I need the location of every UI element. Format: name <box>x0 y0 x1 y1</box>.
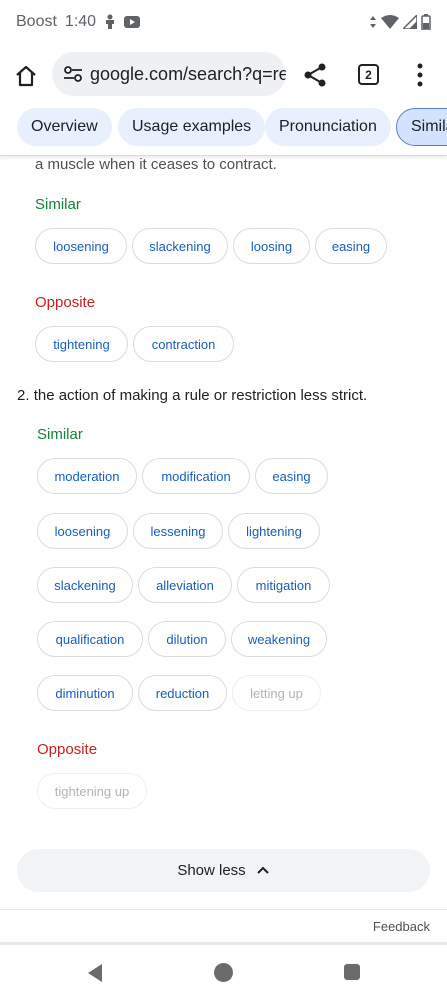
home-icon[interactable] <box>12 62 40 90</box>
section-tabs: Overview Usage examples Pronunciation Si… <box>0 104 447 156</box>
synonym-chip[interactable]: qualification <box>37 621 143 657</box>
opposite-label: Opposite <box>37 741 98 758</box>
accessibility-icon <box>104 14 116 30</box>
tab-switcher-icon[interactable]: 2 <box>358 64 379 85</box>
synonym-chip[interactable]: mitigation <box>237 567 330 603</box>
tab-overview[interactable]: Overview <box>17 108 112 146</box>
tab-pronunciation[interactable]: Pronunciation <box>265 108 391 146</box>
status-bar: Boost 1:40 <box>0 0 447 44</box>
youtube-icon <box>124 15 141 29</box>
synonym-chip[interactable]: slackening <box>37 567 133 603</box>
definition-2: 2. the action of making a rule or restri… <box>17 387 367 404</box>
wifi-icon <box>381 15 399 29</box>
url-text: google.com/search?q=re <box>90 63 286 84</box>
synonym-chip[interactable]: reduction <box>138 675 227 711</box>
synonym-chip[interactable]: dilution <box>148 621 226 657</box>
show-less-button[interactable]: Show less <box>17 849 430 892</box>
synonym-chip[interactable]: diminution <box>37 675 133 711</box>
antonym-chip[interactable]: contraction <box>133 326 234 362</box>
synonym-chip[interactable]: weakening <box>231 621 327 657</box>
synonym-chip[interactable]: lessening <box>133 513 223 549</box>
signal-icon <box>403 15 417 29</box>
synonym-chip[interactable]: loosening <box>35 228 127 264</box>
antonym-chip-disabled: tightening up <box>37 773 147 809</box>
status-time: 1:40 <box>64 13 97 30</box>
divider <box>0 909 447 910</box>
synonym-chip[interactable]: loosing <box>233 228 310 264</box>
similar-label: Similar <box>37 426 83 443</box>
status-right <box>369 14 431 30</box>
url-field[interactable]: google.com/search?q=re <box>52 52 286 96</box>
synonym-chip[interactable]: easing <box>315 228 387 264</box>
data-arrows-icon <box>369 16 377 28</box>
opposite-label: Opposite <box>35 294 96 311</box>
share-icon[interactable] <box>302 62 328 88</box>
site-settings-icon[interactable] <box>62 63 84 85</box>
synonym-chip[interactable]: loosening <box>37 513 128 549</box>
status-left: Boost 1:40 <box>16 13 141 31</box>
tab-similar[interactable]: Simila <box>396 108 447 146</box>
show-less-label: Show less <box>177 862 246 879</box>
definition-number: 2. <box>17 387 30 404</box>
synonym-chip[interactable]: alleviation <box>138 567 232 603</box>
synonym-chip-disabled: letting up <box>232 675 321 711</box>
browser-toolbar: google.com/search?q=re 2 <box>0 52 447 98</box>
definition-text: the action of making a rule or restricti… <box>33 387 368 404</box>
more-vert-icon[interactable] <box>414 62 426 88</box>
back-icon[interactable] <box>86 963 104 988</box>
system-nav-bar <box>0 945 447 1000</box>
synonym-chip[interactable]: lightening <box>228 513 320 549</box>
synonym-chip[interactable]: slackening <box>132 228 228 264</box>
tab-usage-examples[interactable]: Usage examples <box>118 108 266 146</box>
recents-icon[interactable] <box>344 964 360 980</box>
feedback-link[interactable]: Feedback <box>373 919 430 934</box>
synonym-chip[interactable]: modification <box>142 458 250 494</box>
synonym-chip[interactable]: moderation <box>37 458 137 494</box>
carrier-label: Boost <box>16 13 57 30</box>
antonym-chip[interactable]: tightening <box>35 326 128 362</box>
definition-text-partial: a muscle when it ceases to contract. <box>35 156 277 173</box>
chevron-up-icon <box>256 862 270 879</box>
similar-label: Similar <box>35 196 81 213</box>
synonym-chip[interactable]: easing <box>255 458 328 494</box>
battery-icon <box>421 14 431 30</box>
home-circle-icon[interactable] <box>214 963 233 982</box>
